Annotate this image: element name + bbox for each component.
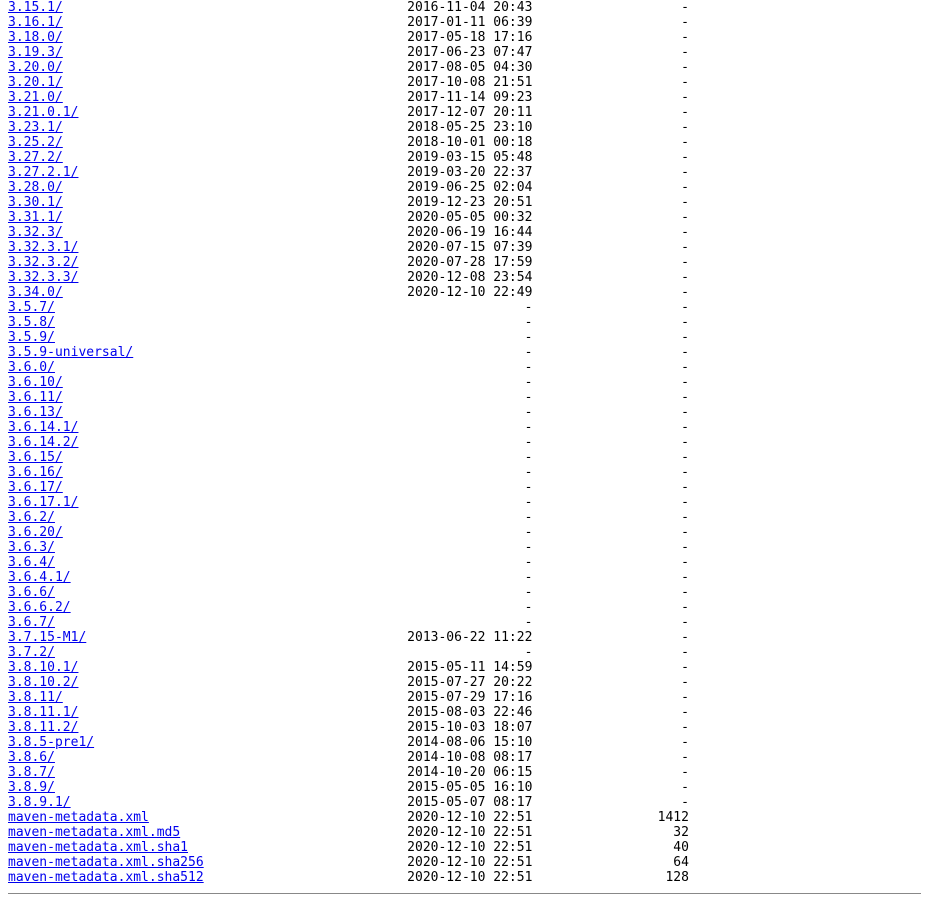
listing-link[interactable]: 3.32.3.2/ bbox=[8, 255, 78, 270]
listing-link[interactable]: 3.27.2/ bbox=[8, 150, 63, 165]
listing-link[interactable]: 3.23.1/ bbox=[8, 120, 63, 135]
listing-link[interactable]: 3.6.17/ bbox=[8, 480, 63, 495]
listing-link[interactable]: 3.8.10.1/ bbox=[8, 660, 78, 675]
listing-link[interactable]: 3.25.2/ bbox=[8, 135, 63, 150]
listing-link[interactable]: 3.5.9/ bbox=[8, 330, 55, 345]
listing-link[interactable]: 3.20.1/ bbox=[8, 75, 63, 90]
listing-link[interactable]: 3.32.3.1/ bbox=[8, 240, 78, 255]
footer-divider bbox=[8, 893, 921, 894]
listing-link[interactable]: 3.8.11/ bbox=[8, 690, 63, 705]
directory-listing: 3.15.1/ 2016-11-04 20:43 - 3.16.1/ 2017-… bbox=[0, 0, 929, 894]
listing-link[interactable]: 3.8.11.2/ bbox=[8, 720, 78, 735]
listing-link[interactable]: maven-metadata.xml.sha1 bbox=[8, 840, 188, 855]
listing-link[interactable]: 3.6.14.2/ bbox=[8, 435, 78, 450]
listing-link[interactable]: 3.8.9/ bbox=[8, 780, 55, 795]
listing-link[interactable]: maven-metadata.xml.md5 bbox=[8, 825, 180, 840]
listing-link[interactable]: 3.21.0/ bbox=[8, 90, 63, 105]
listing-link[interactable]: 3.6.6.2/ bbox=[8, 600, 71, 615]
listing-link[interactable]: 3.32.3.3/ bbox=[8, 270, 78, 285]
listing-link[interactable]: 3.6.17.1/ bbox=[8, 495, 78, 510]
listing-link[interactable]: 3.28.0/ bbox=[8, 180, 63, 195]
listing-link[interactable]: 3.8.7/ bbox=[8, 765, 55, 780]
listing-link[interactable]: 3.20.0/ bbox=[8, 60, 63, 75]
listing-link[interactable]: 3.16.1/ bbox=[8, 15, 63, 30]
listing-link[interactable]: 3.6.13/ bbox=[8, 405, 63, 420]
listing-link[interactable]: 3.21.0.1/ bbox=[8, 105, 78, 120]
listing-link[interactable]: 3.7.15-M1/ bbox=[8, 630, 86, 645]
listing-link[interactable]: 3.19.3/ bbox=[8, 45, 63, 60]
listing-link[interactable]: maven-metadata.xml bbox=[8, 810, 149, 825]
listing-link[interactable]: 3.6.14.1/ bbox=[8, 420, 78, 435]
listing-body: 3.15.1/ 2016-11-04 20:43 - 3.16.1/ 2017-… bbox=[8, 0, 921, 885]
listing-link[interactable]: 3.6.0/ bbox=[8, 360, 55, 375]
listing-link[interactable]: 3.6.10/ bbox=[8, 375, 63, 390]
listing-link[interactable]: 3.31.1/ bbox=[8, 210, 63, 225]
listing-link[interactable]: 3.32.3/ bbox=[8, 225, 63, 240]
listing-link[interactable]: 3.6.4.1/ bbox=[8, 570, 71, 585]
listing-link[interactable]: 3.18.0/ bbox=[8, 30, 63, 45]
listing-link[interactable]: maven-metadata.xml.sha512 bbox=[8, 870, 204, 885]
listing-link[interactable]: 3.6.7/ bbox=[8, 615, 55, 630]
listing-link[interactable]: 3.8.5-pre1/ bbox=[8, 735, 94, 750]
listing-link[interactable]: 3.8.9.1/ bbox=[8, 795, 71, 810]
listing-link[interactable]: 3.6.2/ bbox=[8, 510, 55, 525]
listing-link[interactable]: 3.8.6/ bbox=[8, 750, 55, 765]
listing-link[interactable]: 3.7.2/ bbox=[8, 645, 55, 660]
listing-link[interactable]: 3.5.7/ bbox=[8, 300, 55, 315]
listing-link[interactable]: 3.6.3/ bbox=[8, 540, 55, 555]
listing-link[interactable]: 3.6.4/ bbox=[8, 555, 55, 570]
listing-link[interactable]: 3.6.15/ bbox=[8, 450, 63, 465]
listing-link[interactable]: 3.8.10.2/ bbox=[8, 675, 78, 690]
listing-link[interactable]: 3.30.1/ bbox=[8, 195, 63, 210]
listing-link[interactable]: 3.34.0/ bbox=[8, 285, 63, 300]
listing-link[interactable]: 3.6.11/ bbox=[8, 390, 63, 405]
listing-link[interactable]: maven-metadata.xml.sha256 bbox=[8, 855, 204, 870]
listing-link[interactable]: 3.5.8/ bbox=[8, 315, 55, 330]
listing-link[interactable]: 3.6.20/ bbox=[8, 525, 63, 540]
listing-link[interactable]: 3.5.9-universal/ bbox=[8, 345, 133, 360]
listing-link[interactable]: 3.6.6/ bbox=[8, 585, 55, 600]
listing-link[interactable]: 3.6.16/ bbox=[8, 465, 63, 480]
listing-link[interactable]: 3.8.11.1/ bbox=[8, 705, 78, 720]
listing-link[interactable]: 3.27.2.1/ bbox=[8, 165, 78, 180]
listing-link[interactable]: 3.15.1/ bbox=[8, 0, 63, 15]
